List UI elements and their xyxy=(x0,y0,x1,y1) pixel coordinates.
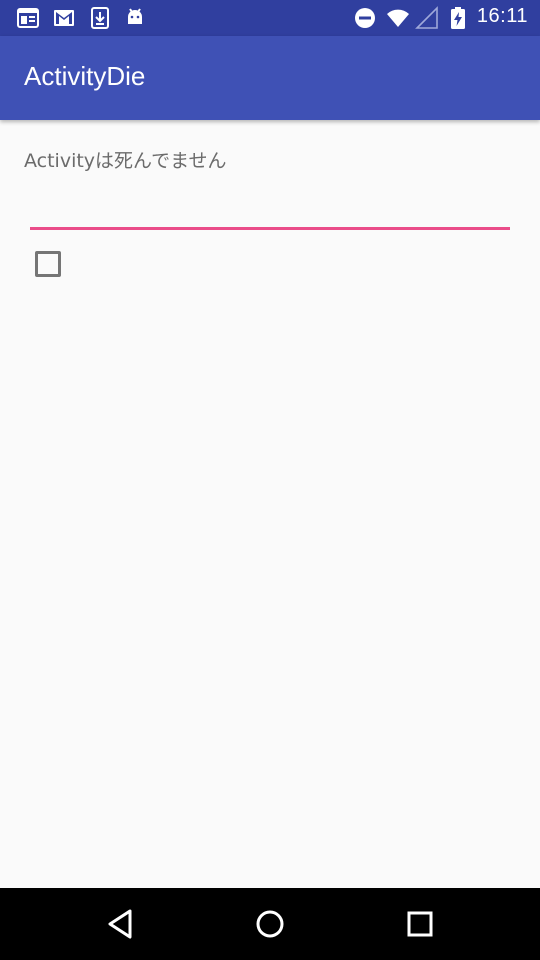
battery-charging-icon xyxy=(451,7,465,29)
screen: 16:11 ActivityDie Activityは死んでません xyxy=(0,0,540,960)
back-icon[interactable] xyxy=(102,906,138,942)
recents-icon[interactable] xyxy=(402,906,438,942)
navigation-bar xyxy=(0,888,540,960)
status-bar: 16:11 xyxy=(0,0,540,36)
clock: 16:11 xyxy=(476,5,528,27)
text-input[interactable] xyxy=(30,190,510,230)
home-icon[interactable] xyxy=(252,906,288,942)
app-title: ActivityDie xyxy=(24,61,146,91)
checkbox[interactable] xyxy=(35,251,61,277)
wifi-icon xyxy=(387,9,409,27)
app-bar: ActivityDie xyxy=(0,36,540,120)
no-signal-icon xyxy=(415,6,438,29)
download-icon xyxy=(91,7,109,29)
android-icon xyxy=(128,8,142,24)
gmail-icon xyxy=(54,10,74,26)
activity-status-text: Activityは死んでません xyxy=(24,150,227,172)
do-not-disturb-icon xyxy=(355,8,375,28)
news-icon xyxy=(17,8,39,28)
